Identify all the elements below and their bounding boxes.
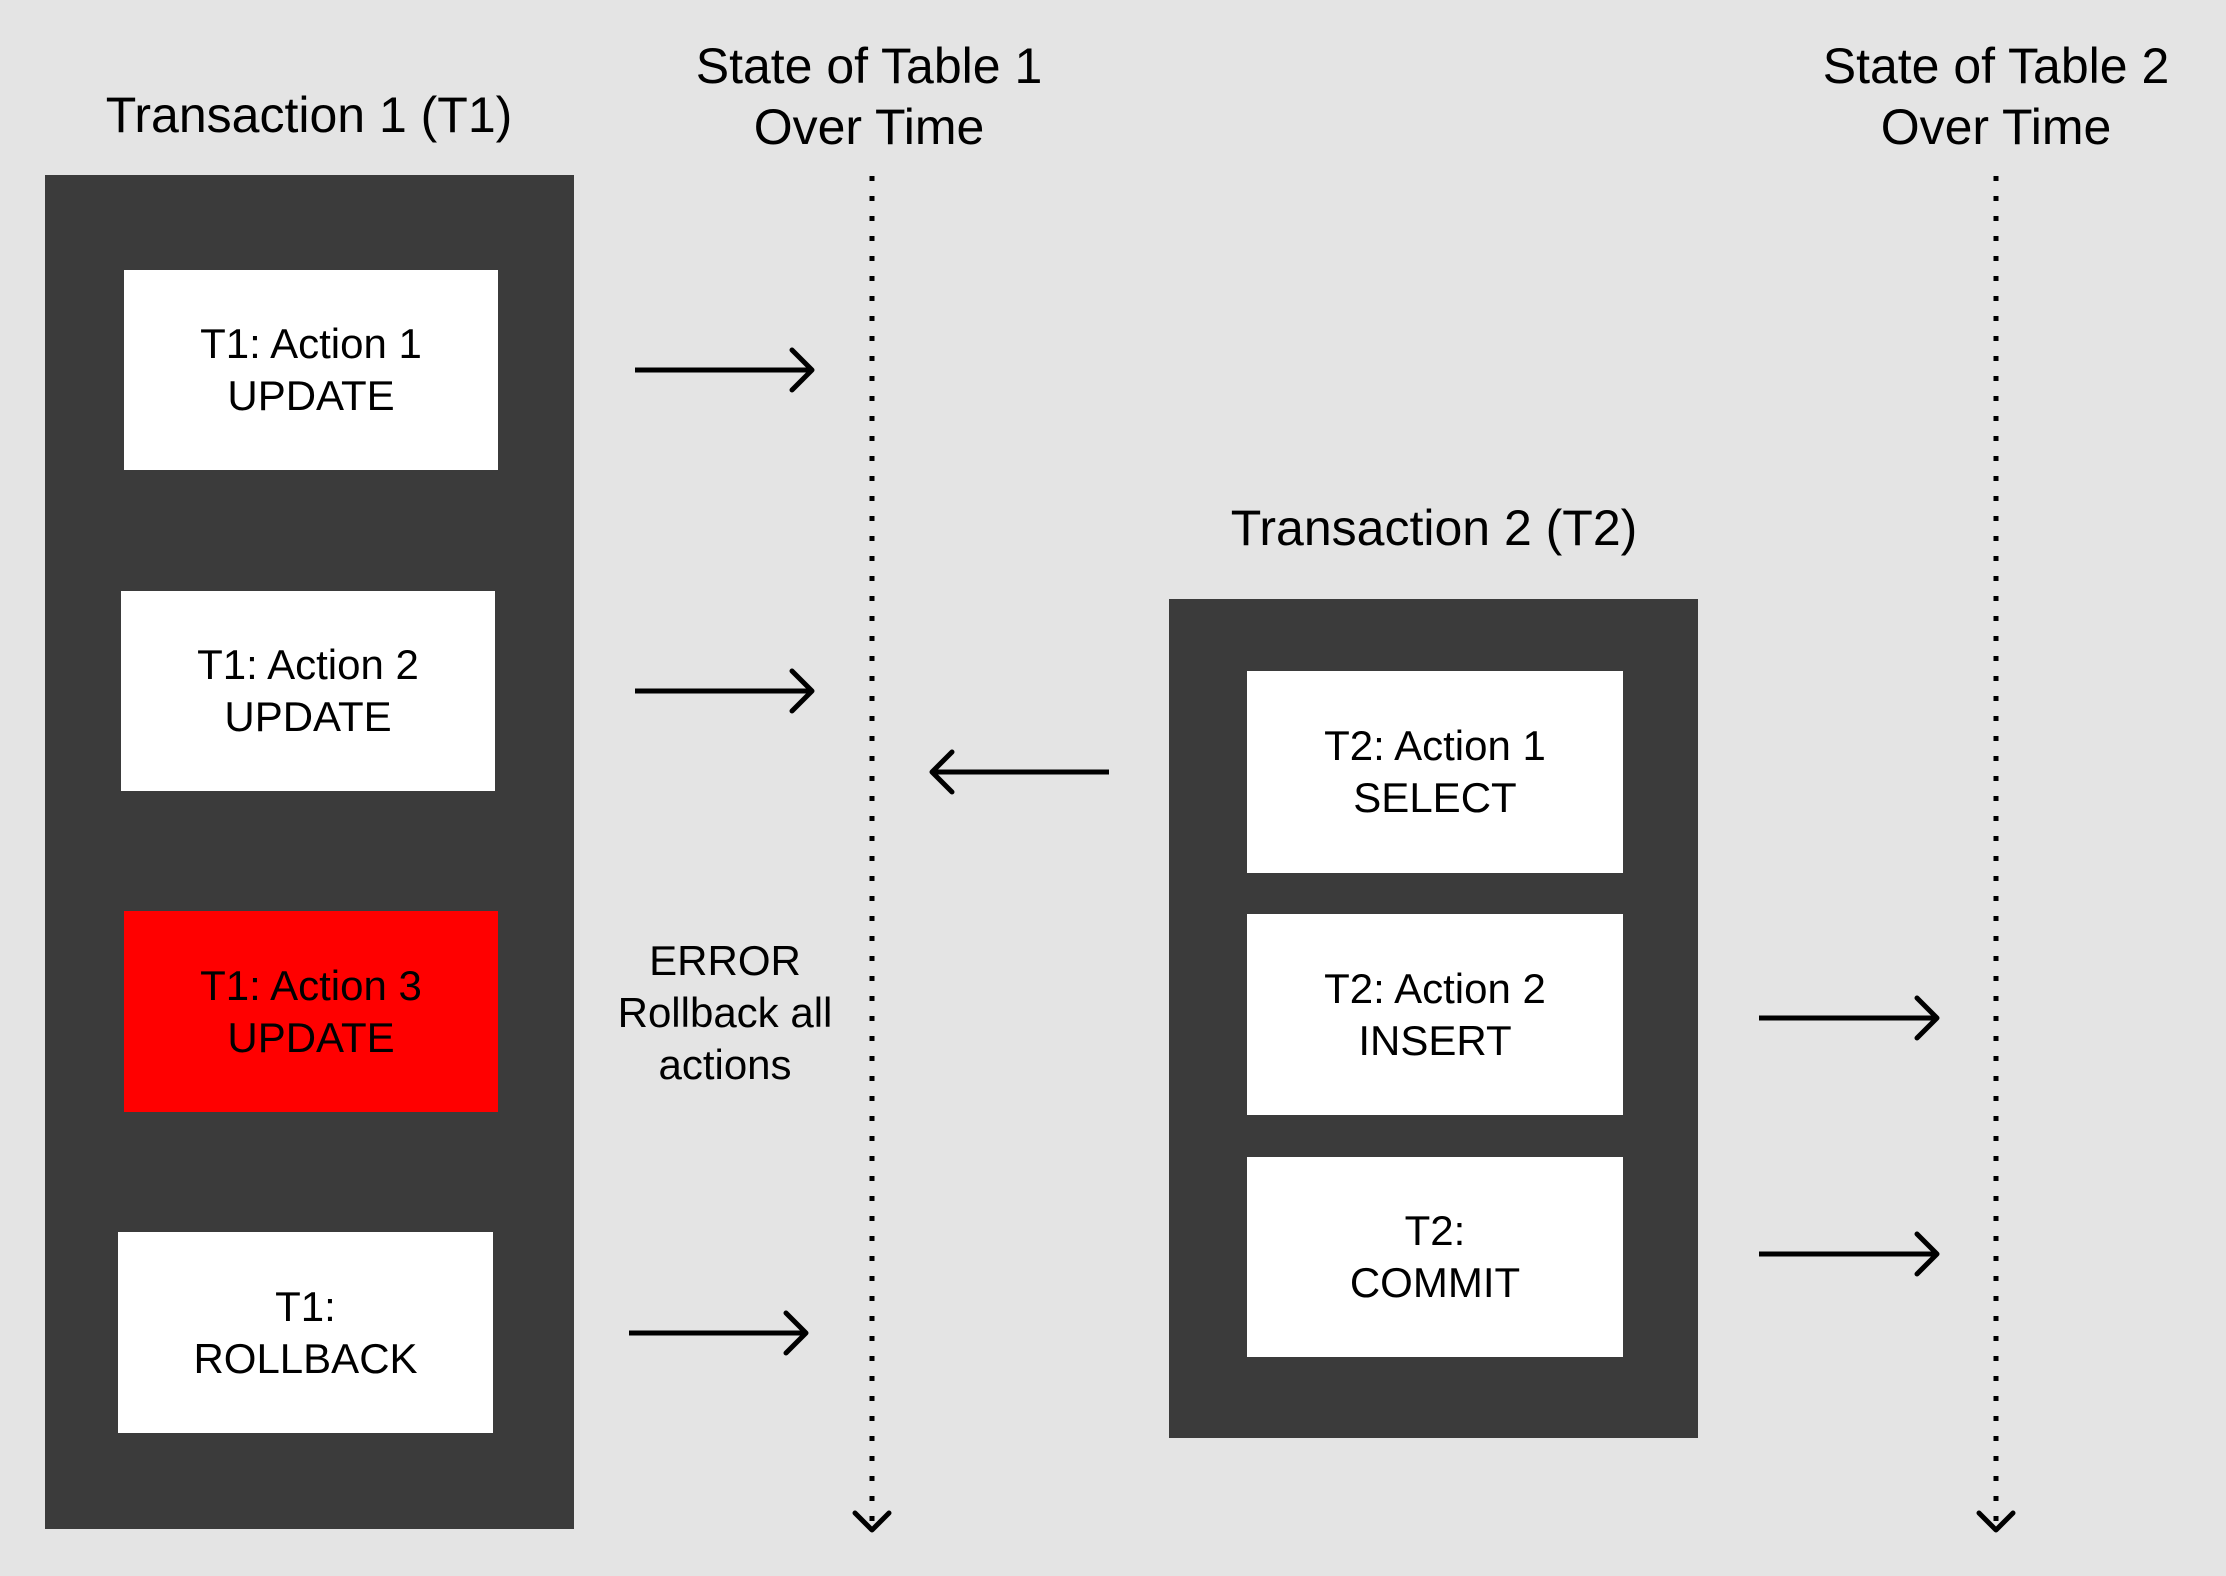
arrow-table1-to-t2-action1	[929, 749, 1109, 795]
t2-action-2-label: T2: Action 2	[1324, 964, 1546, 1012]
arrow-right-icon	[789, 347, 815, 393]
t2-action-1-label: T2: Action 1	[1324, 722, 1546, 769]
arrow-right-icon	[783, 1310, 809, 1356]
error-note-line1: ERROR	[649, 937, 801, 984]
error-note-line2: Rollback all	[617, 989, 833, 1036]
arrow-t2-commit-to-table2	[1759, 1231, 1940, 1277]
arrow-t2-action2-to-table2	[1759, 995, 1940, 1041]
transaction2-title-text: Transaction 2 (T2)	[1230, 500, 1638, 556]
t2-action-1-type: SELECT	[1353, 774, 1517, 821]
transaction1-title-text: Transaction 1 (T1)	[105, 87, 513, 143]
transaction1-title: Transaction 1 (T1)	[106, 85, 513, 146]
t2-commit-label: T2:	[1404, 1207, 1466, 1254]
arrow-t1-action2-to-table1	[635, 668, 815, 714]
table1-timeline	[852, 176, 892, 1533]
t2-action-2-box: T2: Action 2 INSERT	[1247, 914, 1623, 1115]
t1-action-1-box: T1: Action 1 UPDATE	[124, 270, 498, 470]
t1-action-3-label: T1: Action 3	[200, 961, 422, 1009]
table2-title-line2: Over Time	[1880, 99, 2112, 155]
error-note-line3: actions	[658, 1041, 792, 1088]
t1-action-3-box-error: T1: Action 3 UPDATE	[124, 911, 498, 1112]
t1-action-3-type: UPDATE	[227, 1013, 395, 1061]
t2-action-2-type: INSERT	[1358, 1016, 1512, 1064]
arrow-right-icon	[1914, 1231, 1940, 1277]
arrow-right-icon	[789, 668, 815, 714]
t1-action-2-label: T1: Action 2	[197, 641, 419, 688]
t2-commit-box: T2: COMMIT	[1247, 1157, 1623, 1357]
t1-rollback-label: T1:	[275, 1282, 336, 1330]
t1-action-1-type: UPDATE	[227, 372, 395, 419]
table2-timeline-title: State of Table 2 Over Time	[1823, 36, 2170, 158]
table2-timeline-arrowhead-icon	[1976, 1510, 2016, 1533]
t1-action-1-label: T1: Action 1	[200, 320, 422, 367]
table1-title-line2: Over Time	[753, 99, 985, 155]
t1-action-2-box: T1: Action 2 UPDATE	[121, 591, 495, 791]
table2-title-line1: State of Table 2	[1822, 38, 2170, 94]
transaction2-title: Transaction 2 (T2)	[1231, 498, 1638, 559]
t2-action-1-box: T2: Action 1 SELECT	[1247, 671, 1623, 873]
t1-action-2-type: UPDATE	[224, 693, 392, 740]
table1-timeline-title: State of Table 1 Over Time	[696, 36, 1043, 158]
arrow-left-icon	[929, 749, 955, 795]
t2-commit-type: COMMIT	[1349, 1259, 1521, 1306]
arrow-right-icon	[1914, 995, 1940, 1041]
t1-rollback-box: T1: ROLLBACK	[118, 1232, 493, 1433]
table1-timeline-arrowhead-icon	[852, 1510, 892, 1533]
arrow-t1-action1-to-table1	[635, 347, 815, 393]
table1-title-line1: State of Table 1	[695, 38, 1043, 94]
error-note: ERROR Rollback all actions	[618, 935, 833, 1091]
table2-timeline	[1976, 176, 2016, 1533]
t1-rollback-type: ROLLBACK	[193, 1334, 418, 1382]
arrow-t1-rollback-to-table1	[629, 1310, 809, 1356]
